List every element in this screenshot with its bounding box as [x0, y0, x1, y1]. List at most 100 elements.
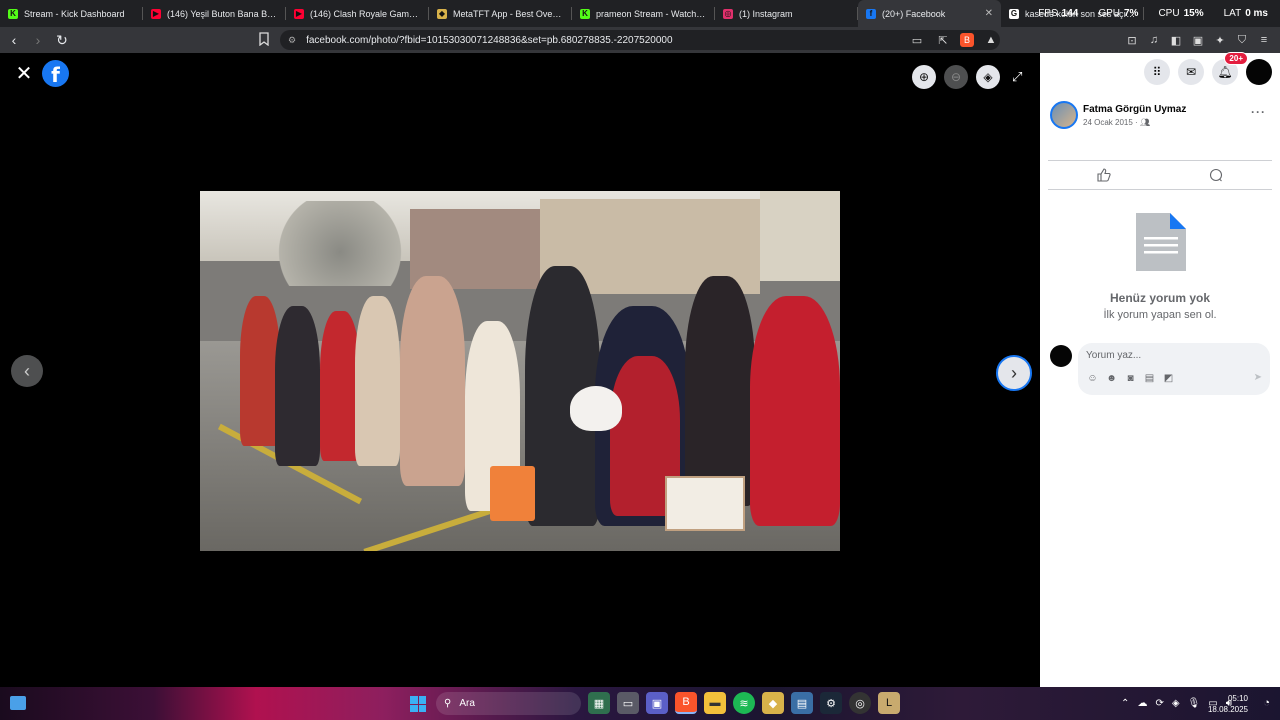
gif-icon[interactable]: ▤: [1143, 373, 1156, 384]
menu-icon[interactable]: ≡: [1256, 31, 1272, 49]
back-icon[interactable]: ‹: [4, 30, 24, 50]
fps-value: 144: [1061, 8, 1079, 19]
cpu-label: CPU: [1158, 8, 1180, 19]
files-icon[interactable]: ▭: [617, 692, 639, 714]
metatft-icon[interactable]: ◆: [762, 692, 784, 714]
no-comments-title: Henüz yorum yok: [1109, 291, 1211, 305]
steam-icon[interactable]: ⚙: [820, 692, 842, 714]
media-icon[interactable]: ♫: [1146, 31, 1162, 49]
browser-tab[interactable]: ◎ (1) Instagram: [715, 0, 858, 27]
menu-grid-icon[interactable]: ⠿: [1144, 59, 1170, 85]
next-photo-button[interactable]: ›: [996, 355, 1032, 391]
tray-app-icon[interactable]: ☁: [1137, 698, 1147, 709]
post-date[interactable]: 24 Ocak 2015 ·: [1083, 118, 1138, 127]
zoom-in-icon[interactable]: ⊕: [912, 65, 936, 89]
cast-icon[interactable]: ▭: [908, 31, 926, 49]
tab-favicon-icon: ▶: [294, 8, 304, 19]
taskbar: ⚲ Ara ▦ ▭ ▣ B ▬ ≋ ◆ ▤ ⚙ ◎ L ⌃ ☁ ⟳ ◈ 🎙︎ ▭…: [0, 687, 1280, 720]
browser-tab[interactable]: K Stream - Kick Dashboard: [0, 0, 143, 27]
friends-audience-icon: 👥︎: [1139, 117, 1151, 127]
browser-tab[interactable]: ▶ (146) Clash Royale Game Play #: [286, 0, 429, 27]
send-icon[interactable]: ➤: [1254, 372, 1262, 383]
no-comments-subtitle: İlk yorum yapan sen ol.: [1103, 309, 1217, 321]
gpu-label: GPU: [1098, 8, 1120, 19]
url-input[interactable]: ⚙ facebook.com/photo/?fbid=1015303007124…: [280, 30, 1000, 50]
tag-icon[interactable]: ◈: [976, 65, 1000, 89]
bookmark-icon[interactable]: [258, 32, 272, 48]
account-avatar[interactable]: [1246, 59, 1272, 85]
obs-icon[interactable]: ◎: [849, 692, 871, 714]
sidebar-icon[interactable]: ◧: [1168, 31, 1184, 49]
divider: [1048, 189, 1272, 190]
site-info-icon[interactable]: ⚙: [288, 35, 296, 46]
gpu-value: 7%: [1124, 8, 1139, 19]
camera-icon[interactable]: ◙: [1124, 373, 1137, 384]
share-icon[interactable]: ⇱: [934, 31, 952, 49]
like-button[interactable]: [1048, 163, 1160, 187]
comment-icon: [1209, 168, 1223, 182]
browser-tab[interactable]: ▶ (146) Yeşil Buton Bana Bastı - Y: [143, 0, 286, 27]
author-avatar[interactable]: [1050, 101, 1078, 129]
notifications-icon[interactable]: 🔔︎ 20+: [1212, 52, 1248, 85]
tray-chevron-icon[interactable]: ⌃: [1121, 698, 1129, 709]
vpn-icon[interactable]: ⛉: [1234, 31, 1250, 49]
tab-favicon-icon: ◎: [723, 8, 733, 19]
address-bar: ‹ › ↻ ⚙ facebook.com/photo/?fbid=1015303…: [0, 27, 1280, 53]
monitor-app-icon[interactable]: ▤: [791, 692, 813, 714]
sticker-icon[interactable]: ◩: [1162, 373, 1175, 384]
leo-ai-icon[interactable]: ✦: [1212, 31, 1228, 49]
document-icon: [1136, 213, 1186, 271]
taskbar-search[interactable]: ⚲ Ara: [436, 692, 581, 715]
author-name[interactable]: Fatma Görgün Uymaz: [1083, 104, 1186, 115]
zoom-out-icon[interactable]: ⊖: [944, 65, 968, 89]
notification-center-icon[interactable]: ◔: [1263, 697, 1270, 709]
task-view-icon[interactable]: ▦: [588, 692, 610, 714]
tab-title: MetaTFT App - Best Overlay De: [453, 8, 564, 19]
search-icon: ⚲: [444, 698, 452, 709]
brave-rewards-icon[interactable]: ▲: [982, 31, 1000, 49]
fullscreen-icon[interactable]: ⤢: [1012, 69, 1022, 85]
screenshot-icon[interactable]: ⊡: [1124, 31, 1140, 49]
league-client-icon[interactable]: L: [878, 692, 900, 714]
spotify-icon[interactable]: ≋: [733, 692, 755, 714]
close-icon[interactable]: ✕: [14, 63, 34, 85]
brave-browser-icon[interactable]: B: [675, 692, 697, 714]
cpu-value: 15%: [1183, 8, 1204, 19]
more-options-icon[interactable]: ···: [1251, 105, 1266, 119]
start-windows-icon[interactable]: [410, 696, 426, 712]
browser-tab[interactable]: ◆ MetaTFT App - Best Overlay De: [429, 0, 572, 27]
tray-sync-icon[interactable]: ⟳: [1155, 698, 1163, 709]
browser-tab[interactable]: f (20+) Facebook ✕: [858, 0, 1001, 27]
brave-shields-icon[interactable]: B: [960, 33, 974, 47]
teams-icon[interactable]: ▣: [646, 692, 668, 714]
tab-favicon-icon: ▶: [151, 8, 161, 19]
comment-placeholder: Yorum yaz...: [1086, 350, 1142, 361]
clock-date: 18.08.2025: [1207, 705, 1248, 714]
comment-button[interactable]: [1160, 163, 1272, 187]
comment-input[interactable]: Yorum yaz... ☺ ☻ ◙ ▤ ◩ ➤: [1078, 343, 1270, 395]
emoji-icon[interactable]: ☻: [1105, 373, 1118, 384]
tab-title: Stream - Kick Dashboard: [24, 8, 125, 19]
fps-label: FPS: [1038, 8, 1058, 19]
tray-app-icon[interactable]: ◈: [1172, 698, 1180, 709]
tab-close-icon[interactable]: ✕: [985, 8, 993, 19]
commenter-avatar[interactable]: [1050, 345, 1072, 367]
tab-title: (1) Instagram: [739, 8, 793, 19]
browser-tab[interactable]: Kprameon Stream - Watch Live o: [572, 0, 715, 27]
tab-favicon-icon: K: [8, 8, 18, 19]
lat-label: LAT: [1223, 8, 1242, 19]
messenger-icon[interactable]: ✉: [1178, 59, 1204, 85]
widgets-icon[interactable]: [10, 696, 26, 710]
previous-photo-button[interactable]: ‹: [11, 355, 43, 387]
wallet-icon[interactable]: ▣: [1190, 31, 1206, 49]
file-explorer-icon[interactable]: ▬: [704, 692, 726, 714]
avatar-sticker-icon[interactable]: ☺: [1086, 373, 1099, 384]
system-clock[interactable]: 05:10 18.08.2025: [1208, 693, 1248, 715]
forward-icon[interactable]: ›: [28, 30, 48, 50]
tab-favicon-icon: K: [580, 8, 590, 19]
clock-time: 05:10: [1227, 694, 1248, 703]
microphone-icon[interactable]: 🎙︎: [1188, 698, 1201, 709]
tab-favicon-icon: f: [866, 8, 876, 19]
reload-icon[interactable]: ↻: [52, 30, 72, 50]
facebook-logo-icon[interactable]: f: [42, 60, 69, 87]
